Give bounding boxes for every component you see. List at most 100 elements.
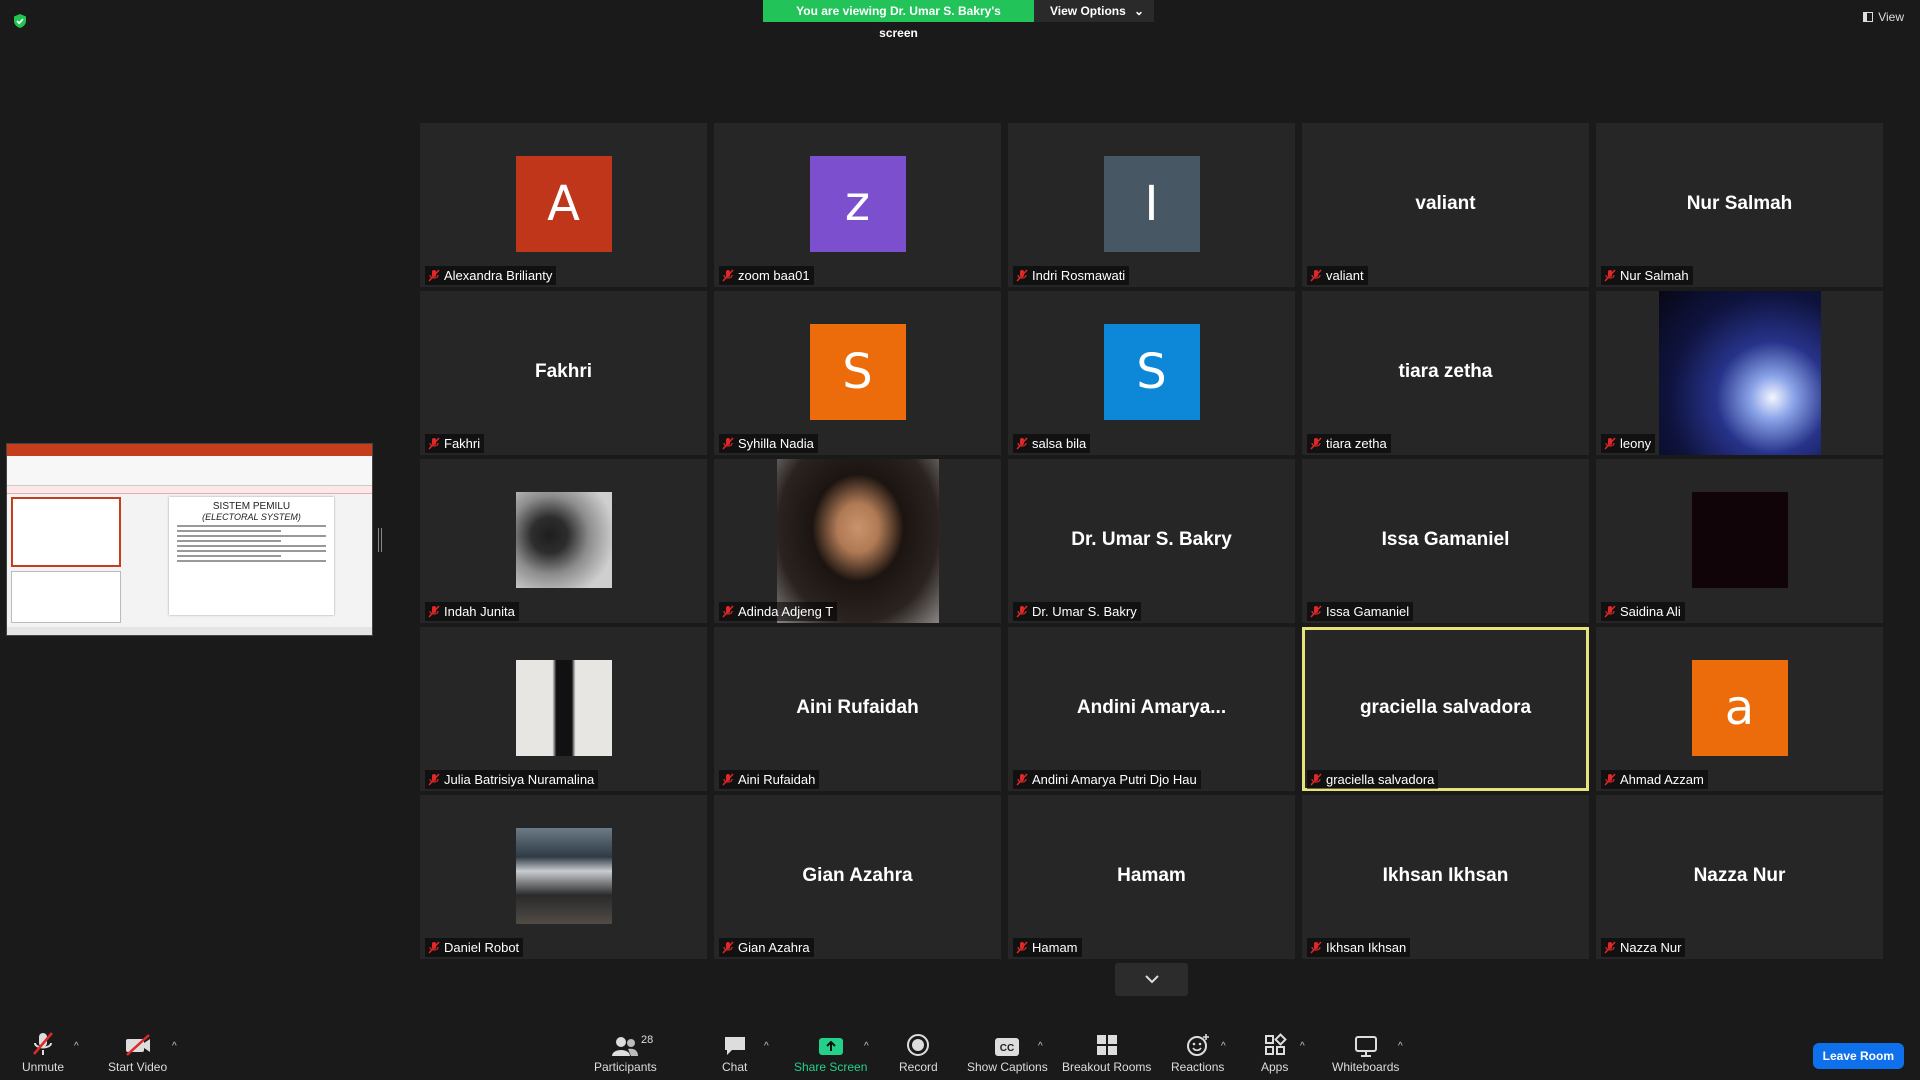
resize-handle[interactable] <box>378 528 382 552</box>
reactions-label: Reactions <box>1171 1060 1225 1074</box>
participant-tile[interactable]: Ssalsa bila <box>1008 291 1295 455</box>
participant-tile[interactable]: S Syhilla Nadia <box>714 291 1001 455</box>
participant-tile[interactable]: Ikhsan Ikhsan Ikhsan Ikhsan <box>1302 795 1589 959</box>
share-options-caret[interactable]: ^ <box>864 1041 869 1052</box>
view-options-dropdown[interactable]: View Options ⌄ <box>1034 0 1154 22</box>
breakout-rooms-button[interactable]: Breakout Rooms <box>1062 1031 1151 1074</box>
participant-avatar: I <box>1103 156 1200 252</box>
microphone-muted-icon <box>1310 605 1322 618</box>
participant-tile[interactable]: a Ahmad Azzam <box>1596 627 1883 791</box>
slide-thumbnails <box>11 497 121 627</box>
chat-label: Chat <box>722 1060 748 1074</box>
audio-options-caret[interactable]: ^ <box>74 1041 79 1052</box>
share-screen-icon <box>818 1038 843 1055</box>
microphone-muted-icon <box>428 437 440 450</box>
participant-profile-photo <box>515 828 612 924</box>
participant-tile[interactable]: graciella salvadora graciella salvadora <box>1302 627 1589 791</box>
reactions-button[interactable]: Reactions <box>1171 1031 1224 1074</box>
share-screen-button[interactable]: Share Screen <box>794 1031 867 1074</box>
microphone-muted-icon <box>33 1032 53 1055</box>
microphone-muted-icon <box>722 605 734 618</box>
chevron-down-icon: ⌄ <box>1133 4 1144 18</box>
chat-button[interactable]: Chat <box>722 1031 747 1074</box>
microphone-muted-icon <box>428 605 440 618</box>
participant-display-name: Fakhri <box>534 361 593 382</box>
participant-tile[interactable]: Fakhri Fakhri <box>420 291 707 455</box>
participant-name-tag: Dr. Umar S. Bakry <box>1013 602 1141 621</box>
participant-name-tag: Adinda Adjeng T <box>719 602 838 621</box>
record-label: Record <box>899 1060 938 1074</box>
whiteboards-options-caret[interactable]: ^ <box>1398 1041 1403 1052</box>
participant-tile[interactable]: Aini Rufaidah Aini Rufaidah <box>714 627 1001 791</box>
closed-captions-icon: CC <box>995 1038 1020 1056</box>
microphone-muted-icon <box>1604 437 1616 450</box>
powerpoint-titlebar <box>7 444 372 456</box>
apps-button[interactable]: Apps <box>1261 1031 1288 1074</box>
participant-name: Ikhsan Ikhsan <box>1326 940 1407 955</box>
microphone-muted-icon <box>1016 773 1028 786</box>
participant-name-tag: Syhilla Nadia <box>719 434 818 453</box>
apps-options-caret[interactable]: ^ <box>1300 1041 1305 1052</box>
encryption-shield-icon[interactable] <box>12 13 28 29</box>
participant-name-tag: Ahmad Azzam <box>1601 770 1708 789</box>
participant-gallery: A Alexandra Brilianty z zoom baa01 I Indri Ro… <box>420 123 1884 959</box>
microphone-muted-icon <box>1016 605 1028 618</box>
participant-tile[interactable]: tiara zetha tiara zetha <box>1302 291 1589 455</box>
participant-tile[interactable]: Hamam Hamam <box>1008 795 1295 959</box>
participant-name: Daniel Robot <box>444 940 520 955</box>
record-button[interactable]: Record <box>899 1031 938 1074</box>
participants-icon <box>612 1037 639 1056</box>
microphone-muted-icon <box>1310 941 1322 954</box>
participant-name-tag: Gian Azahra <box>719 938 814 957</box>
captions-options-caret[interactable]: ^ <box>1038 1041 1043 1052</box>
participant-tile[interactable]: Gian Azahra Gian Azahra <box>714 795 1001 959</box>
next-page-button[interactable] <box>1115 963 1188 996</box>
participant-name: tiara zetha <box>1326 436 1387 451</box>
participant-tile[interactable]: Indah Junita <box>420 459 707 623</box>
video-options-caret[interactable]: ^ <box>172 1041 177 1052</box>
slide-text-line <box>177 525 326 527</box>
slide-text-line <box>177 535 326 537</box>
microphone-muted-icon <box>428 269 440 282</box>
participant-name-tag: tiara zetha <box>1307 434 1391 453</box>
participant-tile[interactable]: z zoom baa01 <box>714 123 1001 287</box>
view-button[interactable]: View <box>1863 10 1904 24</box>
chat-options-caret[interactable]: ^ <box>764 1041 769 1052</box>
start-video-button[interactable]: Start Video <box>108 1031 167 1074</box>
participant-name-tag: Alexandra Brilianty <box>425 266 557 285</box>
participant-tile[interactable]: Andini Amarya... Andini Amarya Putri Djo … <box>1008 627 1295 791</box>
participant-tile[interactable]: Nazza Nur Nazza Nur <box>1596 795 1883 959</box>
participant-tile[interactable]: Adinda Adjeng T <box>714 459 1001 623</box>
unmute-label: Unmute <box>22 1060 65 1074</box>
show-captions-button[interactable]: CC Show Captions <box>967 1031 1048 1074</box>
participant-name-tag: Daniel Robot <box>425 938 524 957</box>
microphone-muted-icon <box>1310 269 1322 282</box>
microphone-muted-icon <box>722 773 734 786</box>
participant-tile[interactable]: Saidina Ali <box>1596 459 1883 623</box>
share-screen-label: Share Screen <box>794 1060 868 1074</box>
participant-name: Indri Rosmawati <box>1032 268 1126 283</box>
participant-display-name: Nazza Nur <box>1693 865 1786 886</box>
participant-name-tag: Nur Salmah <box>1601 266 1693 285</box>
reactions-options-caret[interactable]: ^ <box>1221 1041 1226 1052</box>
participant-name: Andini Amarya Putri Djo Hau <box>1032 772 1197 787</box>
participant-tile[interactable]: Daniel Robot <box>420 795 707 959</box>
participant-tile[interactable]: I Indri Rosmawati <box>1008 123 1295 287</box>
participant-tile[interactable]: Julia Batrisiya Nuramalina <box>420 627 707 791</box>
participant-profile-photo <box>515 492 612 588</box>
participant-tile[interactable]: Dr. Umar S. Bakry Dr. Umar S. Bakry <box>1008 459 1295 623</box>
participant-tile[interactable]: A Alexandra Brilianty <box>420 123 707 287</box>
slide-text-line <box>177 540 282 542</box>
unmute-button[interactable]: Unmute <box>22 1031 64 1074</box>
participant-tile[interactable]: Nur Salmah Nur Salmah <box>1596 123 1883 287</box>
participant-tile[interactable]: Issa Gamaniel Issa Gamaniel <box>1302 459 1589 623</box>
participant-avatar: A <box>515 156 612 252</box>
leave-room-button[interactable]: Leave Room <box>1812 1043 1904 1069</box>
slide-title: SISTEM PEMILU <box>212 501 291 512</box>
whiteboards-button[interactable]: Whiteboards <box>1332 1031 1399 1074</box>
microphone-muted-icon <box>722 941 734 954</box>
participant-tile[interactable]: leony <box>1596 291 1883 455</box>
participant-tile[interactable]: valiant valiant <box>1302 123 1589 287</box>
shared-screen-preview[interactable]: SISTEM PEMILU (ELECTORAL SYSTEM) <box>6 443 373 636</box>
participant-name: Fakhri <box>444 436 481 451</box>
